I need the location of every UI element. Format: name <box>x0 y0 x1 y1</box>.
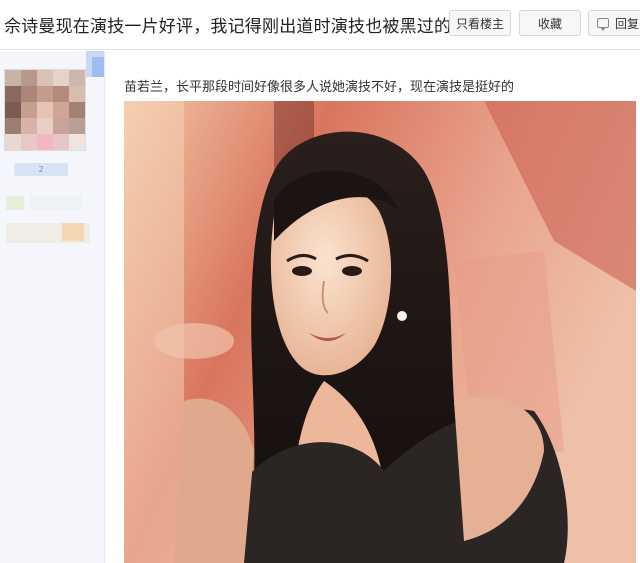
reply-label: 回复 <box>615 16 640 31</box>
user-level-value: 2 <box>38 165 44 174</box>
post-content: 苗若兰，长平那段时间好像很多人说她演技不好，现在演技是挺好的 <box>124 80 515 95</box>
reply-button[interactable]: 回复 <box>588 10 640 36</box>
vip-tag-accent <box>92 57 104 77</box>
portrait-photo <box>124 101 636 563</box>
author-sidebar: 2 <box>0 51 105 563</box>
favorite-button[interactable]: 收藏 <box>519 10 581 36</box>
thread-header: 佘诗曼现在演技一片好评，我记得刚出道时演技也被黑过的 只看楼主 收藏 回复 <box>0 0 640 50</box>
thread-title: 佘诗曼现在演技一片好评，我记得刚出道时演技也被黑过的 <box>4 17 452 37</box>
badge-text <box>30 196 82 210</box>
avatar[interactable] <box>4 69 86 151</box>
user-level-badge: 2 <box>14 163 68 176</box>
owner-only-button[interactable]: 只看楼主 <box>449 10 511 36</box>
badge-icon <box>6 196 24 210</box>
honor-icon <box>62 223 84 241</box>
comment-icon <box>597 18 609 31</box>
avatar-mosaic <box>5 70 85 150</box>
post-image[interactable] <box>124 101 636 563</box>
